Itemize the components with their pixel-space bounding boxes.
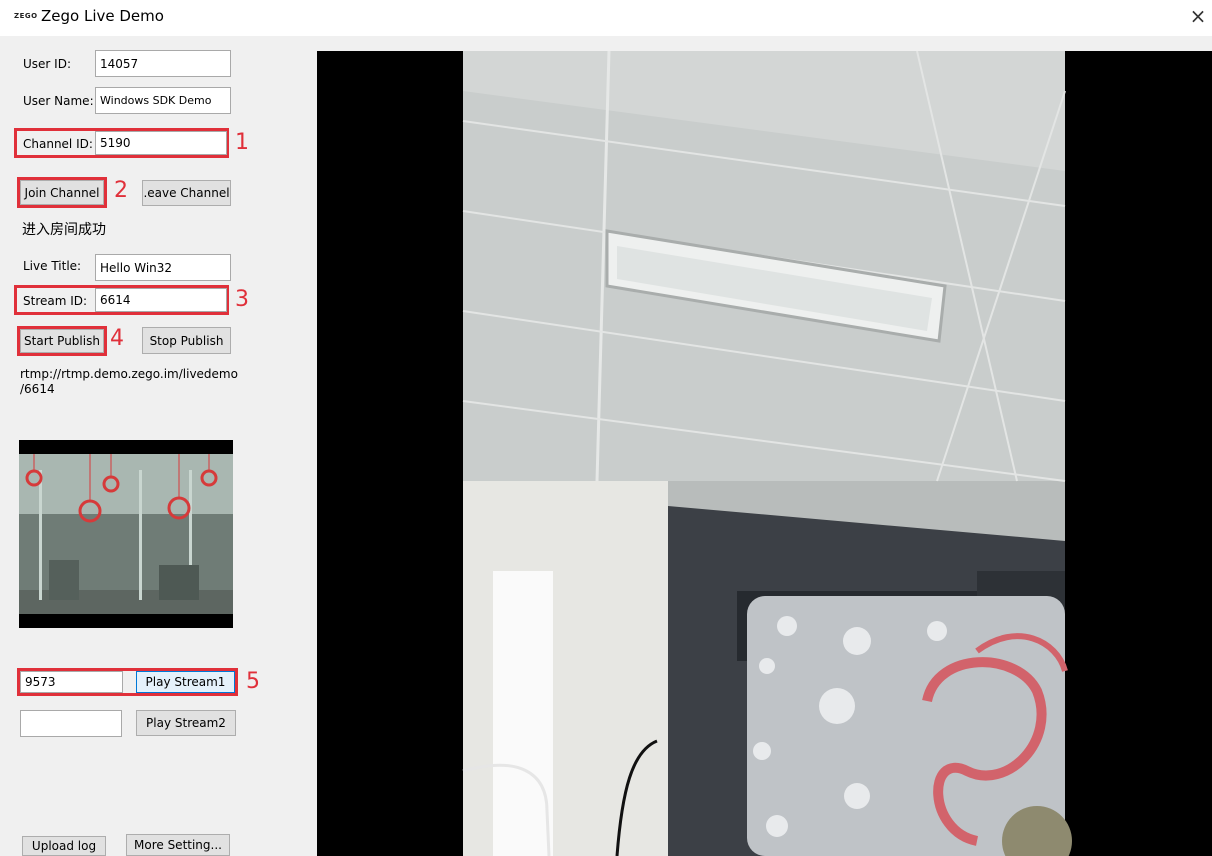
annotation-number-4: 4 [110,326,124,351]
annotation-number-1: 1 [235,130,249,155]
play-stream2-button[interactable]: Play Stream2 [136,710,236,736]
join-channel-button[interactable]: Join Channel [20,180,104,205]
play-stream1-button[interactable]: Play Stream1 [136,671,235,693]
upload-log-button[interactable]: Upload log [22,836,106,856]
stream-id-input[interactable] [95,288,227,312]
play-stream2-input[interactable] [20,710,122,737]
start-publish-button[interactable]: Start Publish [20,329,104,353]
annotation-number-3: 3 [235,287,249,312]
close-icon[interactable]: × [1186,4,1210,28]
title-bar: ZEGO Zego Live Demo × [0,0,1212,36]
window-title: Zego Live Demo [41,7,164,25]
annotation-number-2: 2 [114,178,128,203]
more-setting-button[interactable]: More Setting... [126,834,230,856]
play-stream1-input[interactable] [20,671,123,693]
user-name-input[interactable] [95,87,231,114]
main-video-frame [317,51,1212,856]
app-logo: ZEGO [14,12,38,20]
local-preview-video [19,440,233,628]
local-preview-frame [19,440,233,628]
stream-id-label: Stream ID: [23,294,88,308]
annotation-number-5: 5 [246,669,260,694]
live-title-label: Live Title: [23,259,82,273]
rtmp-url: rtmp://rtmp.demo.zego.im/livedemo /6614 [20,367,238,397]
leave-channel-button[interactable]: .eave Channel [142,180,231,206]
rtmp-url-line-1: rtmp://rtmp.demo.zego.im/livedemo [20,367,238,381]
channel-id-input[interactable] [95,131,227,155]
rtmp-url-line-2: /6614 [20,382,55,396]
room-status-text: 进入房间成功 [22,222,106,238]
live-title-input[interactable] [95,254,231,281]
channel-id-label: Channel ID: [23,137,93,151]
stop-publish-button[interactable]: Stop Publish [142,327,231,354]
user-id-input[interactable] [95,50,231,77]
user-name-label: User Name: [23,94,94,108]
user-id-label: User ID: [23,57,71,71]
main-video-view [317,51,1212,856]
